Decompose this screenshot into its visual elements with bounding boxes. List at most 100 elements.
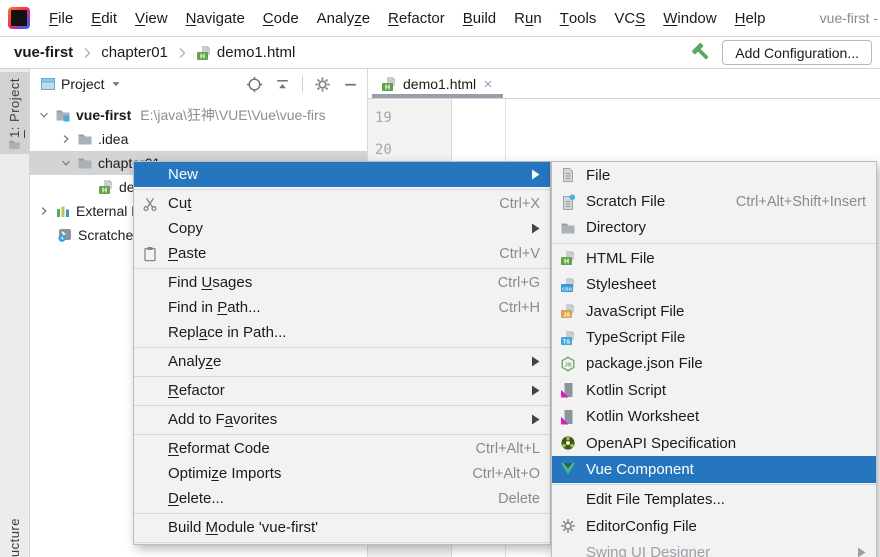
gear-icon[interactable] [314,76,331,93]
editor-tab-demo1[interactable]: H demo1.html [372,69,503,98]
menu-label-part: odule 'vue-first' [218,519,318,536]
chevron-right-icon[interactable] [60,133,72,145]
locate-icon[interactable] [246,76,263,93]
menu-item-delete[interactable]: Delete...Delete [134,486,550,511]
menu-item-add-to-favorites[interactable]: Add to Favorites [134,407,550,432]
menu-label-part: Cu [168,195,187,212]
kotlin-icon [560,409,580,425]
menu-item-package-json-file[interactable]: JSpackage.json File [552,351,876,377]
menu-item-kotlin-worksheet[interactable]: Kotlin Worksheet [552,404,876,430]
line-number: 19 [375,102,451,134]
menu-label-part: EditorConfig File [586,518,697,535]
menu-item-label: Replace in Path... [168,324,286,341]
svg-text:H: H [385,84,390,91]
tool-button-project[interactable]: 1: Project [0,72,29,154]
add-configuration-button[interactable]: Add Configuration... [722,40,872,65]
menu-item-vue-component[interactable]: Vue Component [552,456,876,482]
menu-label-part: D [168,490,179,507]
menu-item-label: JavaScript File [586,303,684,320]
menu-item-cut[interactable]: CutCtrl+X [134,191,550,216]
menu-build[interactable]: Build [454,0,505,36]
menu-item-analyze[interactable]: Analyze [134,349,550,374]
menu-item-directory[interactable]: Directory [552,215,876,241]
menu-label-part: Repl [168,324,199,341]
build-hammer-icon[interactable] [691,42,712,63]
svg-text:JS: JS [563,313,570,319]
chevron-right-icon [174,45,190,61]
submenu-arrow-icon [531,385,540,396]
menu-run[interactable]: Run [505,0,551,36]
menu-item-editorconfig-file[interactable]: EditorConfig File [552,513,876,539]
menu-window[interactable]: Window [654,0,725,36]
ide-window: FileEditViewNavigateCodeAnalyzeRefactorB… [0,0,880,557]
menu-view[interactable]: View [126,0,177,36]
tree-item-label: .idea [98,131,128,147]
menu-label-part: package.json File [586,355,703,372]
panel-title[interactable]: Project [61,76,105,92]
menu-item-refactor[interactable]: Refactor [134,378,550,403]
close-icon[interactable] [482,78,494,90]
menu-label-part: Analy [317,10,355,27]
menu-item-javascript-file[interactable]: JS JavaScript File [552,298,876,324]
menu-label-part: R [168,440,179,457]
menu-navigate[interactable]: Navigate [177,0,254,36]
context-menu: New CutCtrl+XCopyPasteCtrl+V Find UsagesCt… [133,161,551,545]
menu-item-label: Find Usages [168,274,252,291]
menu-label-part: z [206,353,214,370]
menu-item-paste[interactable]: PasteCtrl+V [134,241,550,266]
menu-item-scratch-file[interactable]: Scratch FileCtrl+Alt+Shift+Insert [552,188,876,214]
menu-item-swing-ui-designer[interactable]: Swing UI Designer [552,539,876,557]
js-file-icon: JS [560,303,580,319]
chevron-right-icon[interactable] [38,205,50,217]
menu-label-part: ools [569,10,597,27]
menu-tools[interactable]: Tools [551,0,606,36]
menu-help[interactable]: Help [726,0,775,36]
menu-item-label: New [168,166,198,183]
menu-item-find-in-path[interactable]: Find in Path...Ctrl+H [134,295,550,320]
menu-item-edit-file-templates[interactable]: Edit File Templates... [552,487,876,513]
menu-label-part: B [463,10,473,27]
menu-item-new[interactable]: New [134,162,550,187]
menu-label-part: a [199,324,207,341]
collapse-all-icon[interactable] [274,76,291,93]
menu-item-file[interactable]: File [552,162,876,188]
menu-refactor[interactable]: Refactor [379,0,454,36]
breadcrumb-directory[interactable]: chapter01 [101,44,168,61]
menu-label-part: E [91,10,101,27]
menu-item-kotlin-script[interactable]: Kotlin Script [552,377,876,403]
menu-item-label: Analyze [168,353,221,370]
menu-item-replace-in-path[interactable]: Replace in Path... [134,320,550,345]
menu-vcs[interactable]: VCS [605,0,654,36]
menu-label-part: HTML File [586,250,655,267]
tree-item-project-root[interactable]: vue-first E:\java\狂神\VUE\Vue\vue-firs [30,103,367,127]
menu-item-html-file[interactable]: HHTML File [552,245,876,271]
menu-item-copy[interactable]: Copy [134,216,550,241]
menu-item-stylesheet[interactable]: CSSStylesheet [552,272,876,298]
scratch-file-icon [560,194,580,210]
menu-item-typescript-file[interactable]: TSTypeScript File [552,324,876,350]
breadcrumb-file[interactable]: demo1.html [217,44,295,61]
menu-label-part: e [362,10,370,27]
menu-item-find-usages[interactable]: Find UsagesCtrl+G [134,270,550,295]
menu-item-label: HTML File [586,250,655,267]
chevron-down-icon[interactable] [110,78,122,90]
menu-item-reformat-code[interactable]: Reformat CodeCtrl+Alt+L [134,436,550,461]
menu-item-optimize-imports[interactable]: Optimize ImportsCtrl+Alt+O [134,461,550,486]
chevron-down-icon[interactable] [38,109,50,121]
menu-code[interactable]: Code [254,0,308,36]
hide-panel-icon[interactable] [342,76,359,93]
menu-item-build-module-vue-first[interactable]: Build Module 'vue-first' [134,515,550,540]
menu-separator [552,243,876,244]
chevron-down-icon[interactable] [60,157,72,169]
menu-edit[interactable]: Edit [82,0,126,36]
menu-file[interactable]: File [40,0,82,36]
menu-label-part: indow [677,10,716,27]
menu-item-openapi-specification[interactable]: OpenAPI Specification [552,430,876,456]
menu-analyze[interactable]: Analyze [308,0,379,36]
breadcrumb-project[interactable]: vue-first [14,44,73,61]
menu-item-label: Scratch File [586,193,665,210]
tool-button-structure[interactable]: ucture [0,518,29,557]
tree-item-idea[interactable]: .idea [30,127,367,151]
menu-label-part: aste [178,245,206,262]
folder-icon [77,155,93,171]
